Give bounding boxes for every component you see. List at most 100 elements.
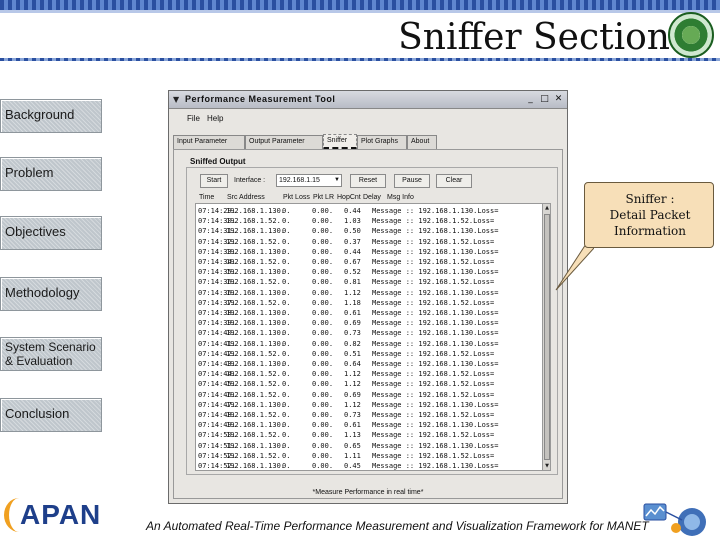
table-row[interactable]: 07:14:44. 192.168.1.52. 0. 0.00. 1.12 Message… (196, 369, 542, 379)
table-cell: 0.52 (344, 268, 361, 277)
table-cell: 0. (282, 217, 291, 226)
table-cell: Message :: 192.168.1.130.Loss= (372, 247, 499, 256)
table-cell: 192.168.1.130. (226, 400, 286, 409)
table-row[interactable]: 07:14:48. 192.168.1.52. 0. 0.00. 0.73 Message… (196, 410, 542, 420)
table-row[interactable]: 07:14:33. 192.168.1.130. 0. 0.00. 0.44 Messag… (196, 247, 542, 257)
column-header-time: Time (199, 194, 215, 201)
table-row[interactable]: 07:14:38. 192.168.1.130. 0. 0.00. 0.61 Messag… (196, 308, 542, 318)
table-cell: 192.168.1.130. (226, 329, 286, 338)
table-cell: Message :: 192.168.1.52.Loss= (372, 431, 495, 440)
table-cell: Message :: 192.168.1.130.Loss= (372, 339, 499, 348)
table-cell: 0.67 (344, 258, 361, 266)
nav-item-system-scenario[interactable]: System Scenario & Evaluation (0, 337, 102, 371)
menu-help[interactable]: Help (207, 114, 223, 123)
table-row[interactable]: 07:14:46. 192.168.1.52. 0. 0.00. 0.69 Message… (196, 390, 542, 400)
table-cell: 0. (282, 451, 291, 460)
table-cell: 1.12 (344, 400, 361, 409)
table-row[interactable]: 07:14:30. 192.168.1.52. 0. 0.00. 1.03 Message… (196, 216, 542, 226)
table-row[interactable]: 07:14:36. 192.168.1.130. 0. 0.00. 1.12 Messag… (196, 288, 542, 298)
table-row[interactable]: 07:14:40. 192.168.1.130. 0. 0.00. 0.73 Messag… (196, 328, 542, 338)
interface-select[interactable]: 192.168.1.15 ▼ (276, 174, 342, 187)
table-cell: 192.168.1.52. (226, 390, 281, 399)
table-row[interactable]: 07:14:49. 192.168.1.130. 0. 0.00. 0.61 Messag… (196, 420, 542, 430)
tab-input-parameter[interactable]: Input Parameter (173, 135, 245, 149)
pause-button[interactable]: Pause (394, 174, 430, 188)
table-cell: 0. (282, 247, 291, 256)
table-row[interactable]: 07:14:36. 192.168.1.52. 0. 0.00. 0.81 Message… (196, 277, 542, 287)
table-row[interactable]: 07:14:50. 192.168.1.52. 0. 0.00. 1.13 Message… (196, 430, 542, 440)
window-title: Performance Measurement Tool (185, 94, 336, 104)
packet-list[interactable]: ▲ ▼ 07:14:29. 192.168.1.130. 0. 0.00. 0.44 Me… (195, 203, 551, 471)
table-row[interactable]: 07:14:37. 192.168.1.52. 0. 0.00. 1.18 Message… (196, 298, 542, 308)
menu-file[interactable]: File (187, 114, 200, 123)
table-cell: 0. (282, 360, 291, 368)
table-row[interactable]: 07:14:42. 192.168.1.52. 0. 0.00. 0.51 Message… (196, 349, 542, 359)
table-row[interactable]: 07:14:39. 192.168.1.130. 0. 0.00. 0.69 Messag… (196, 318, 542, 328)
table-cell: 192.168.1.130. (226, 360, 286, 368)
table-cell: Message :: 192.168.1.130.Loss= (372, 319, 499, 328)
table-row[interactable]: 07:14:31. 192.168.1.130. 0. 0.00. 0.50 Messag… (196, 226, 542, 236)
window-menu-icon[interactable]: ▼ (173, 95, 179, 104)
callout-box: Sniffer : Detail Packet Information (584, 182, 714, 248)
close-icon[interactable]: ✕ (553, 94, 564, 105)
maximize-icon[interactable]: □ (539, 94, 550, 105)
table-cell: 0.00. (312, 237, 334, 246)
nav-item-background[interactable]: Background (0, 99, 102, 133)
table-cell: 192.168.1.130. (226, 462, 286, 470)
table-row[interactable]: 07:14:35. 192.168.1.130. 0. 0.00. 0.52 Messag… (196, 267, 542, 277)
tab-output-parameter[interactable]: Output Parameter (245, 135, 323, 149)
top-band-accent (0, 10, 720, 13)
app-window: ▼ Performance Measurement Tool _ □ ✕ Fil… (168, 90, 568, 504)
table-cell: 1.11 (344, 451, 361, 460)
table-row[interactable]: 07:14:43. 192.168.1.130. 0. 0.00. 0.64 Messag… (196, 359, 542, 369)
reset-button[interactable]: Reset (350, 174, 386, 188)
table-row[interactable]: 07:14:52. 192.168.1.52. 0. 0.00. 1.11 Message… (196, 451, 542, 461)
nav-item-methodology[interactable]: Methodology (0, 277, 102, 311)
start-button[interactable]: Start (200, 174, 228, 188)
tab-sniffer[interactable]: Sniffer (323, 134, 357, 150)
scroll-thumb[interactable] (544, 214, 550, 460)
table-cell: 0. (282, 278, 291, 287)
table-cell: 192.168.1.130. (226, 319, 286, 328)
nav-item-problem[interactable]: Problem (0, 157, 102, 191)
table-cell: 192.168.1.52. (226, 349, 281, 358)
table-row[interactable]: 07:14:45. 192.168.1.52. 0. 0.00. 1.12 Message… (196, 379, 542, 389)
table-row[interactable]: 07:14:41. 192.168.1.130. 0. 0.00. 0.82 Messag… (196, 339, 542, 349)
table-cell: 0. (282, 258, 291, 266)
table-cell: 0. (282, 298, 291, 307)
table-cell: 192.168.1.130. (226, 207, 286, 215)
table-row[interactable]: 07:14:52. 192.168.1.130. 0. 0.00. 0.45 Messag… (196, 461, 542, 470)
table-row[interactable]: 07:14:51. 192.168.1.130. 0. 0.00. 0.65 Messag… (196, 441, 542, 451)
scroll-down-icon[interactable]: ▼ (543, 462, 550, 470)
table-cell: 0.00. (312, 329, 334, 338)
window-titlebar[interactable]: ▼ Performance Measurement Tool _ □ ✕ (169, 91, 567, 109)
table-cell: 0.00. (312, 390, 334, 399)
column-header-src-address: Src Address (227, 194, 265, 201)
table-cell: Message :: 192.168.1.52.Loss= (372, 217, 495, 226)
table-row[interactable]: 07:14:32. 192.168.1.52. 0. 0.00. 0.37 Message… (196, 237, 542, 247)
table-cell: Message :: 192.168.1.52.Loss= (372, 380, 495, 389)
minimize-icon[interactable]: _ (525, 94, 536, 105)
tab-about[interactable]: About (407, 135, 437, 149)
vertical-scrollbar[interactable]: ▲ ▼ (542, 204, 550, 470)
table-cell: Message :: 192.168.1.130.Loss= (372, 360, 499, 368)
table-cell: 192.168.1.52. (226, 298, 281, 307)
tab-plot-graphs[interactable]: Plot Graphs (357, 135, 407, 149)
table-row[interactable]: 07:14:34. 192.168.1.52. 0. 0.00. 0.67 Message… (196, 257, 542, 267)
table-cell: Message :: 192.168.1.130.Loss= (372, 441, 499, 450)
nav-item-objectives[interactable]: Objectives (0, 216, 102, 250)
table-cell: 0. (282, 237, 291, 246)
table-cell: 0.00. (312, 451, 334, 460)
table-row[interactable]: 07:14:47. 192.168.1.130. 0. 0.00. 1.12 Messag… (196, 400, 542, 410)
callout-pointer (555, 244, 594, 291)
table-cell: 0.73 (344, 329, 361, 338)
table-cell: 0.00. (312, 319, 334, 328)
table-cell: 0. (282, 207, 291, 215)
table-cell: 0.69 (344, 319, 361, 328)
clear-button[interactable]: Clear (436, 174, 472, 188)
title-rule (0, 58, 720, 61)
table-row[interactable]: 07:14:29. 192.168.1.130. 0. 0.00. 0.44 Messag… (196, 206, 542, 216)
scroll-up-icon[interactable]: ▲ (543, 204, 550, 212)
nav-item-conclusion[interactable]: Conclusion (0, 398, 102, 432)
table-cell: 0. (282, 288, 291, 297)
